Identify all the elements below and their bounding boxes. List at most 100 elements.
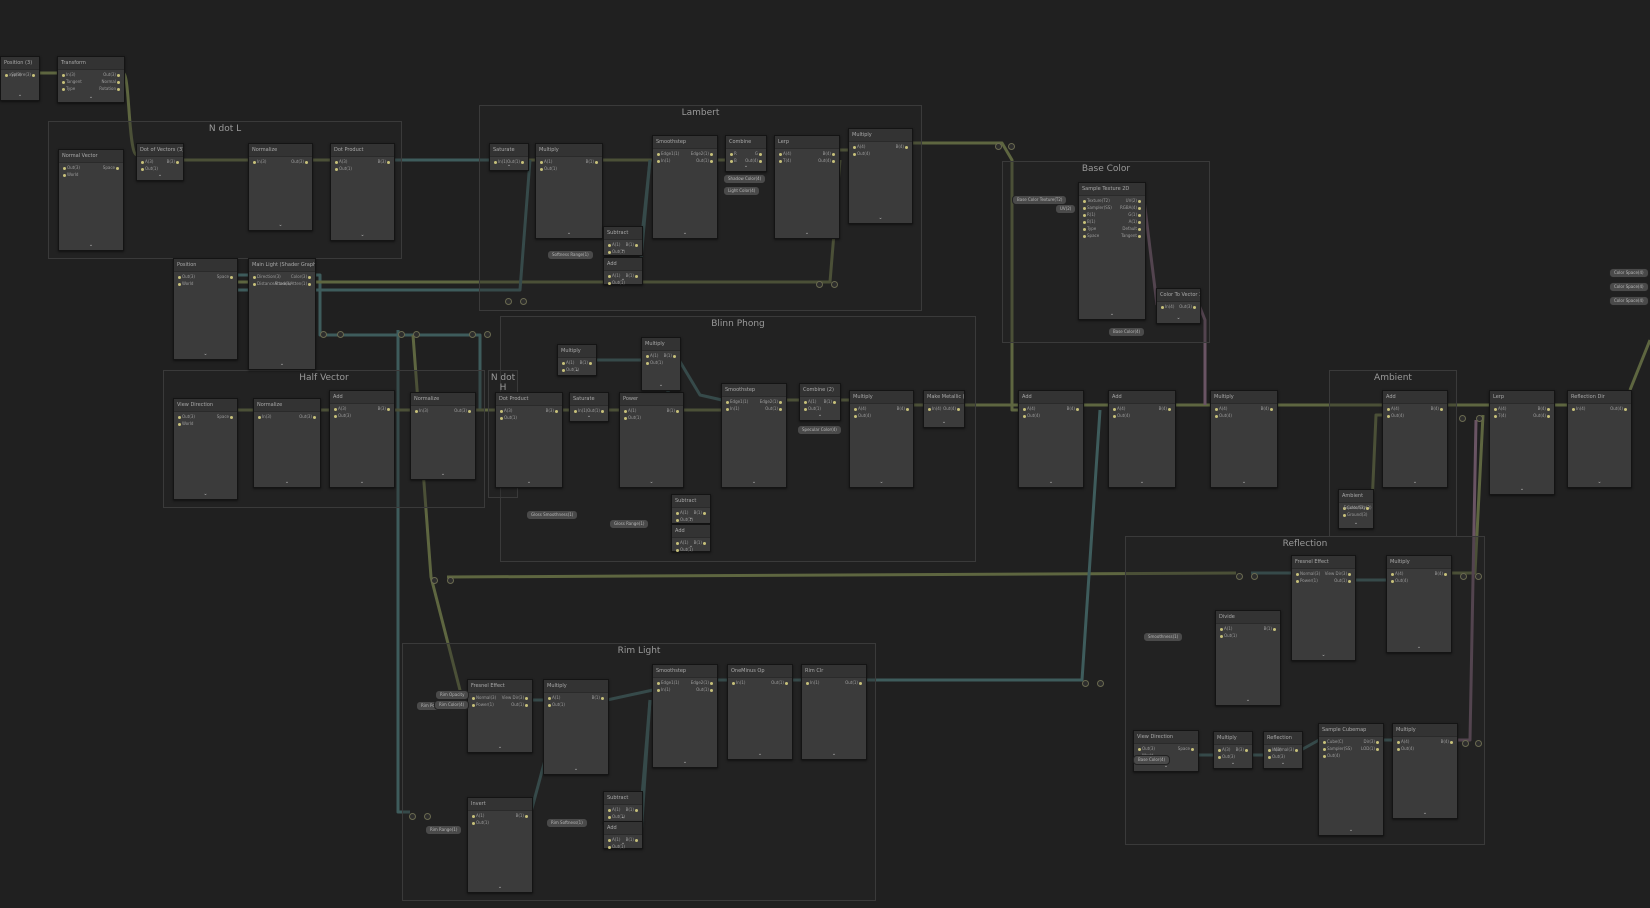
port-dot-icon[interactable] (853, 152, 856, 156)
graph-node[interactable]: Saturate In(1) Out(1) ⌄ (489, 143, 529, 171)
node-port[interactable]: A(4) (1112, 406, 1125, 412)
node-port[interactable]: Out(4) (1322, 753, 1340, 759)
port-dot-icon[interactable] (63, 166, 66, 170)
port-dot-icon[interactable] (779, 159, 782, 163)
port-dot-icon[interactable] (673, 354, 676, 358)
chevron-down-icon[interactable]: ⌄ (203, 351, 207, 357)
port-dot-icon[interactable] (1624, 407, 1627, 411)
chevron-down-icon[interactable]: ⌄ (1354, 520, 1358, 526)
chevron-down-icon[interactable]: ⌄ (575, 367, 579, 373)
chevron-down-icon[interactable]: ⌄ (659, 382, 663, 388)
node-port[interactable]: A(4) (1214, 406, 1227, 412)
chevron-down-icon[interactable]: ⌄ (878, 215, 882, 221)
node-port[interactable]: Normal (102, 79, 121, 85)
graph-node[interactable]: View DirectionOut(3)SpaceWorld⌄ (1133, 730, 1199, 772)
chevron-down-icon[interactable]: ⌄ (752, 479, 756, 485)
port-dot-icon[interactable] (1295, 748, 1298, 752)
port-dot-icon[interactable] (5, 73, 8, 77)
port-dot-icon[interactable] (178, 422, 181, 426)
node-port[interactable]: A(1) (645, 353, 658, 359)
chevron-down-icon[interactable]: ⌄ (18, 92, 22, 98)
port-dot-icon[interactable] (178, 282, 181, 286)
port-dot-icon[interactable] (387, 407, 390, 411)
chevron-down-icon[interactable]: ⌄ (360, 479, 364, 485)
port-dot-icon[interactable] (779, 400, 782, 404)
port-dot-icon[interactable] (854, 407, 857, 411)
port-dot-icon[interactable] (472, 814, 475, 818)
port-dot-icon[interactable] (608, 274, 611, 278)
node-port[interactable]: Out(4) (1112, 413, 1130, 419)
node-port[interactable]: Normal(3) (1274, 747, 1299, 753)
node-port[interactable]: A(4) (1022, 406, 1035, 412)
port-dot-icon[interactable] (1218, 755, 1221, 759)
graph-node[interactable]: Multiply A(4) B(4) Out(4) ⌄ (1210, 390, 1278, 488)
port-dot-icon[interactable] (141, 160, 144, 164)
node-port[interactable]: B(1) (580, 360, 593, 366)
node-port[interactable]: A(3) (140, 159, 153, 165)
port-dot-icon[interactable] (387, 160, 390, 164)
node-port[interactable]: B(1) (824, 399, 837, 405)
node-port[interactable]: Rotation (99, 86, 121, 92)
port-dot-icon[interactable] (759, 152, 762, 156)
node-port[interactable]: A(1) (803, 399, 816, 405)
node-port[interactable]: Out(1) (547, 702, 565, 708)
port-dot-icon[interactable] (1323, 747, 1326, 751)
node-port[interactable]: B(1) (626, 807, 639, 813)
port-dot-icon[interactable] (703, 511, 706, 515)
graph-node[interactable]: Smoothstep Edge1(1) Edge2(1) In(1) Out(1) ⌄ (652, 664, 718, 768)
chevron-down-icon[interactable]: ⌄ (1520, 486, 1524, 492)
port-dot-icon[interactable] (832, 159, 835, 163)
graph-node[interactable]: Add A(4) B(4) Out(4) ⌄ (1382, 390, 1448, 488)
node-port[interactable]: R(1) (1082, 212, 1095, 218)
node-port[interactable]: Color(3) (291, 274, 312, 280)
node-port[interactable]: A(1) (607, 837, 620, 843)
port-dot-icon[interactable] (635, 243, 638, 247)
node-port[interactable]: In(1) (493, 159, 507, 165)
port-dot-icon[interactable] (657, 681, 660, 685)
node-port[interactable]: In(1) (805, 680, 819, 686)
node-port[interactable]: Out(4) (853, 413, 871, 419)
node-port[interactable]: A(1) (675, 510, 688, 516)
chevron-down-icon[interactable]: ⌄ (1417, 644, 1421, 650)
shader-graph-canvas[interactable]: N dot L Lambert Base Color Blinn Phong Half … (0, 0, 1650, 908)
node-port[interactable]: Out(4) (1396, 746, 1414, 752)
graph-node[interactable]: Combine (2) A(1) B(1) Out(1) ⌄ (799, 383, 841, 421)
node-port[interactable]: Texture(T2) (1082, 198, 1110, 204)
port-dot-icon[interactable] (710, 681, 713, 685)
port-dot-icon[interactable] (178, 415, 181, 419)
port-dot-icon[interactable] (521, 160, 524, 164)
port-dot-icon[interactable] (646, 361, 649, 365)
port-dot-icon[interactable] (1387, 414, 1390, 418)
port-dot-icon[interactable] (1083, 199, 1086, 203)
node-port[interactable]: A(1) (607, 273, 620, 279)
node-port[interactable]: B(4) (1261, 406, 1274, 412)
port-dot-icon[interactable] (676, 541, 679, 545)
property-pill[interactable]: Base Color(4) (1133, 755, 1171, 765)
node-port[interactable]: A(1) (607, 807, 620, 813)
node-port[interactable]: B(1) (626, 273, 639, 279)
port-dot-icon[interactable] (1397, 740, 1400, 744)
node-port[interactable]: B(1) (694, 510, 707, 516)
node-port[interactable]: View Dir(3) (1325, 571, 1352, 577)
property-pill[interactable]: Color Space(4) (1609, 268, 1649, 278)
node-port[interactable]: B(1) (626, 837, 639, 843)
port-dot-icon[interactable] (1218, 748, 1221, 752)
node-port[interactable]: Cube(C) (1322, 739, 1343, 745)
node-port[interactable]: Out(1) (623, 415, 641, 421)
node-port[interactable]: T(4) (778, 158, 791, 164)
graph-node[interactable]: View DirectionOut(3)SpaceWorld⌄ (173, 398, 238, 500)
port-dot-icon[interactable] (62, 73, 65, 77)
chevron-down-icon[interactable]: ⌄ (1246, 697, 1250, 703)
reroute-dot-icon[interactable] (816, 281, 823, 288)
port-dot-icon[interactable] (624, 409, 627, 413)
node-port[interactable]: B(4) (1538, 406, 1551, 412)
chevron-down-icon[interactable]: ⌄ (621, 247, 625, 253)
port-dot-icon[interactable] (1138, 206, 1141, 210)
graph-node[interactable]: Multiply A(4) B(4) Out(4) ⌄ (1386, 555, 1452, 653)
node-port[interactable]: A(1) (675, 540, 688, 546)
port-dot-icon[interactable] (62, 87, 65, 91)
node-port[interactable]: Normal(3) (471, 695, 496, 701)
node-port[interactable]: Out(4) (852, 151, 870, 157)
chevron-down-icon[interactable]: ⌄ (574, 766, 578, 772)
reroute-dot-icon[interactable] (1459, 415, 1466, 422)
